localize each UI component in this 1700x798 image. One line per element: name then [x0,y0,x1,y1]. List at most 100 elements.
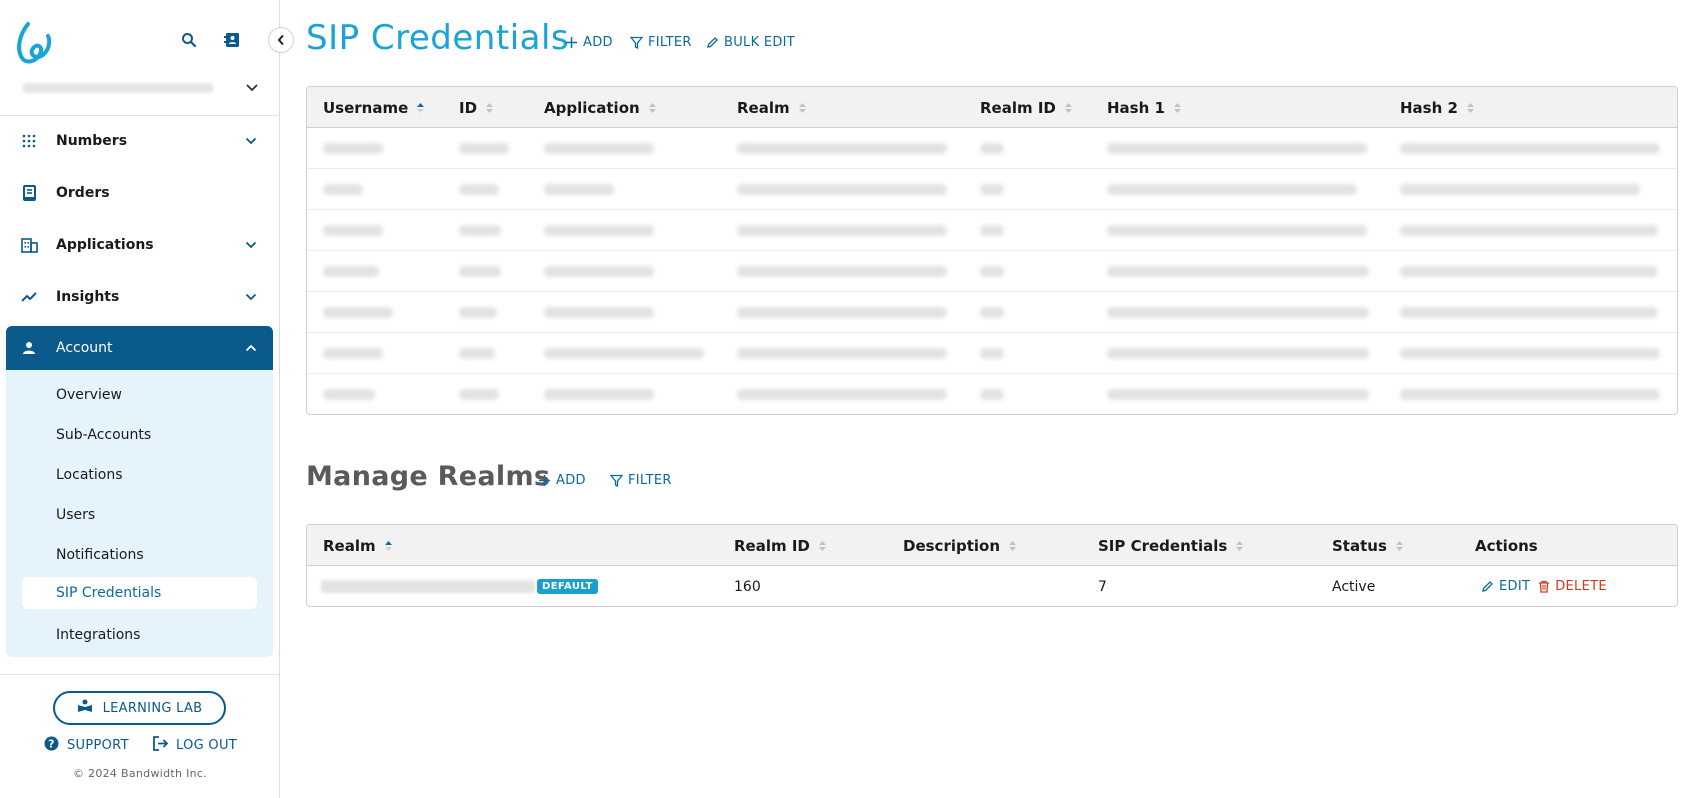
redacted-cell [737,225,947,236]
submenu-item-sip-credentials[interactable]: SIP Credentials [22,577,257,609]
redacted-cell [544,389,654,400]
realm-name-redacted [321,580,535,593]
pencil-icon [707,37,718,48]
delete-realm-button[interactable]: DELETE [1538,579,1607,594]
redacted-cell [1400,348,1660,359]
column-header-realm-id[interactable]: Realm ID [734,525,827,566]
sort-icon [1466,102,1475,114]
column-header-realm[interactable]: Realm [737,87,807,128]
trash-icon [1539,580,1550,593]
status-cell: Active [1332,578,1376,595]
redacted-cell [1107,225,1367,236]
redacted-cell [737,184,947,195]
nav-item-account[interactable]: Account [6,326,273,370]
bandwidth-logo[interactable] [14,20,54,64]
submenu-item-integrations[interactable]: Integrations [22,619,257,651]
submenu-item-locations[interactable]: Locations [22,459,257,491]
svg-text:?: ? [48,738,55,751]
support-label: SUPPORT [67,738,129,753]
nav-item-orders[interactable]: Orders [6,171,273,215]
chevron-down-icon [241,287,261,307]
logout-icon [152,736,169,755]
column-header-id[interactable]: ID [459,87,494,128]
account-selector[interactable] [22,78,262,98]
redacted-cell [980,143,1004,154]
column-header-status[interactable]: Status [1332,525,1404,566]
column-header-username[interactable]: Username [323,87,425,128]
column-header-realm-id[interactable]: Realm ID [980,87,1073,128]
realm-cell: DEFAULT [321,566,598,606]
redacted-cell [1400,143,1660,154]
redacted-cell [323,348,383,359]
sort-icon [1395,540,1404,552]
filter-credentials-button[interactable]: FILTER [630,35,692,50]
nav-item-numbers[interactable]: Numbers [6,119,273,163]
account-submenu: Overview Sub-Accounts Locations Users No… [6,370,273,657]
collapse-sidebar-button[interactable] [268,27,294,53]
table-row[interactable] [307,251,1677,292]
table-row[interactable] [307,292,1677,333]
table-row[interactable] [307,374,1677,414]
redacted-cell [980,307,1004,318]
redacted-cell [323,184,363,195]
table-row[interactable] [307,128,1677,169]
filter-label: FILTER [648,35,692,50]
submenu-item-sub-accounts[interactable]: Sub-Accounts [22,419,257,451]
column-header-hash-2[interactable]: Hash 2 [1400,87,1475,128]
column-label: Hash 1 [1107,98,1165,117]
add-label: ADD [556,473,586,488]
column-header-realm[interactable]: Realm [323,525,393,566]
edit-realm-button[interactable]: EDIT [1481,579,1530,594]
help-circle-icon: ? [44,736,59,755]
redacted-cell [544,225,654,236]
redacted-cell [544,143,654,154]
redacted-cell [323,143,383,154]
nav-item-applications[interactable]: Applications [6,223,273,267]
redacted-cell [1400,389,1660,400]
nav-item-insights[interactable]: Insights [6,275,273,319]
redacted-cell [459,225,501,236]
redacted-cell [1107,348,1369,359]
submenu-item-users[interactable]: Users [22,499,257,531]
table-row[interactable]: DEFAULT 160 7 Active EDIT DELETE [307,566,1677,606]
chevron-down-icon [242,78,262,98]
bulk-edit-button[interactable]: BULK EDIT [706,35,795,50]
column-header-sip-credentials[interactable]: SIP Credentials [1098,525,1244,566]
logout-label: LOG OUT [176,738,238,753]
chevron-up-icon [241,338,261,358]
column-header-description[interactable]: Description [903,525,1017,566]
contacts-book-icon[interactable] [219,28,243,52]
nav-label: Applications [56,237,154,253]
redacted-cell [323,389,375,400]
sort-icon [818,540,827,552]
sort-ascending-icon [416,102,425,114]
realm-id-cell: 160 [734,578,761,595]
redacted-cell [980,184,1004,195]
default-badge: DEFAULT [537,579,598,594]
submenu-item-overview[interactable]: Overview [22,379,257,411]
sort-icon [1235,540,1244,552]
table-header: Realm Realm ID Description SIP Credentia… [307,525,1677,566]
actions-cell: EDIT DELETE [1481,566,1607,606]
add-credential-button[interactable]: ADD [565,35,613,50]
search-icon[interactable] [177,28,201,52]
support-link[interactable]: ? SUPPORT [44,736,129,755]
add-realm-button[interactable]: ADD [538,473,586,488]
table-row[interactable] [307,169,1677,210]
redacted-cell [1107,184,1357,195]
table-row[interactable] [307,210,1677,251]
redacted-cell [1107,389,1369,400]
column-header-application[interactable]: Application [544,87,657,128]
redacted-cell [544,184,614,195]
table-row[interactable] [307,333,1677,374]
logout-link[interactable]: LOG OUT [152,736,237,755]
submenu-item-notifications[interactable]: Notifications [22,539,257,571]
learning-lab-button[interactable]: LEARNING LAB [53,691,226,725]
learning-lab-label: LEARNING LAB [102,700,203,716]
column-label: Status [1332,536,1387,555]
redacted-cell [1400,307,1658,318]
plus-icon [539,475,550,486]
column-header-hash-1[interactable]: Hash 1 [1107,87,1182,128]
sort-icon [1008,540,1017,552]
filter-realms-button[interactable]: FILTER [610,473,672,488]
